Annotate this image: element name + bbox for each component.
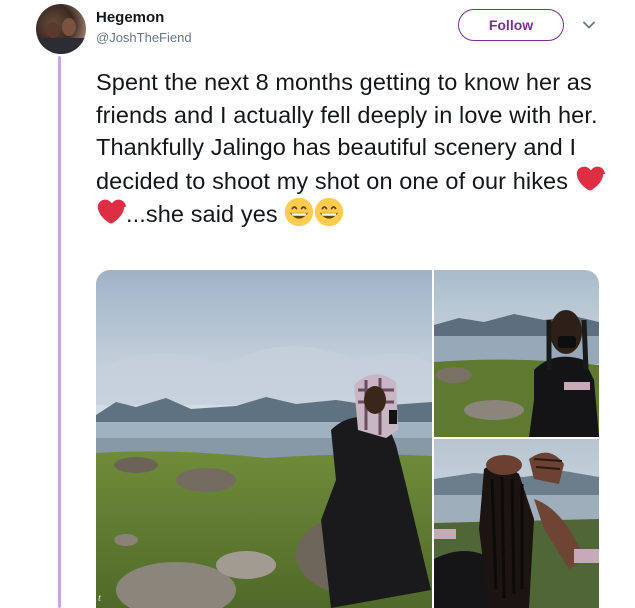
- follow-button[interactable]: Follow: [458, 9, 564, 41]
- thread-line: [58, 56, 61, 608]
- tweet-text: Spent the next 8 months getting to know …: [96, 66, 616, 231]
- tweet-text-end: ...she said yes: [126, 201, 285, 227]
- display-name[interactable]: Hegemon: [96, 9, 164, 26]
- user-handle[interactable]: @JoshTheFiend: [96, 30, 192, 45]
- photo-top-right[interactable]: [434, 270, 599, 437]
- grinning-face-icon: [285, 197, 314, 227]
- photo-bottom-right[interactable]: [434, 439, 599, 608]
- watermark: t: [98, 592, 102, 604]
- photo-main[interactable]: t: [96, 270, 432, 608]
- red-heart-icon: [97, 199, 126, 224]
- tweet-text-main: Spent the next 8 months getting to know …: [96, 69, 598, 194]
- media-grid: t: [96, 270, 599, 608]
- avatar[interactable]: [36, 4, 86, 54]
- red-heart-icon: [576, 166, 605, 191]
- chevron-down-icon[interactable]: [582, 18, 596, 32]
- grinning-face-icon: [315, 197, 344, 227]
